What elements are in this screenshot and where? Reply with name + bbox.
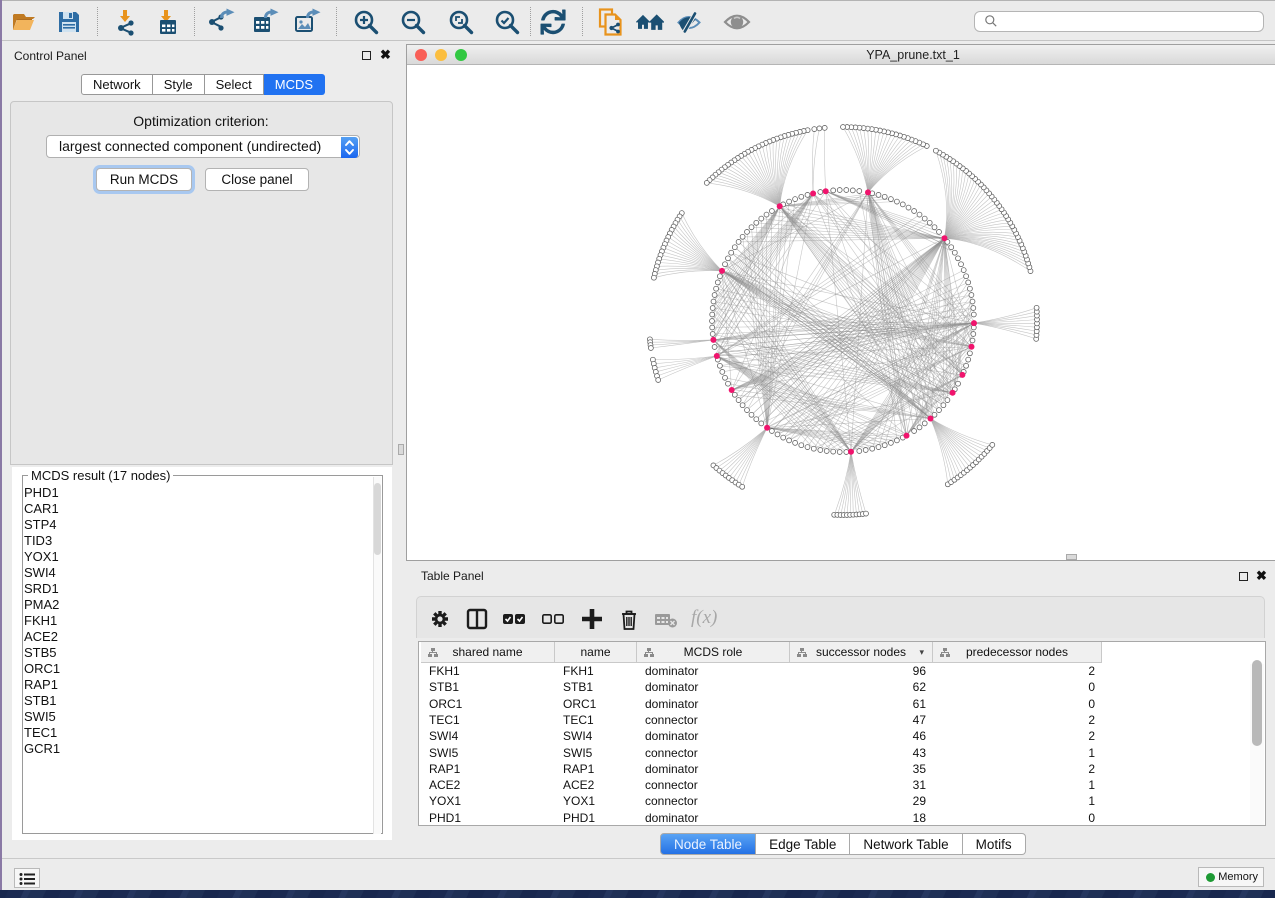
svg-text:f(x): f(x): [691, 607, 717, 628]
